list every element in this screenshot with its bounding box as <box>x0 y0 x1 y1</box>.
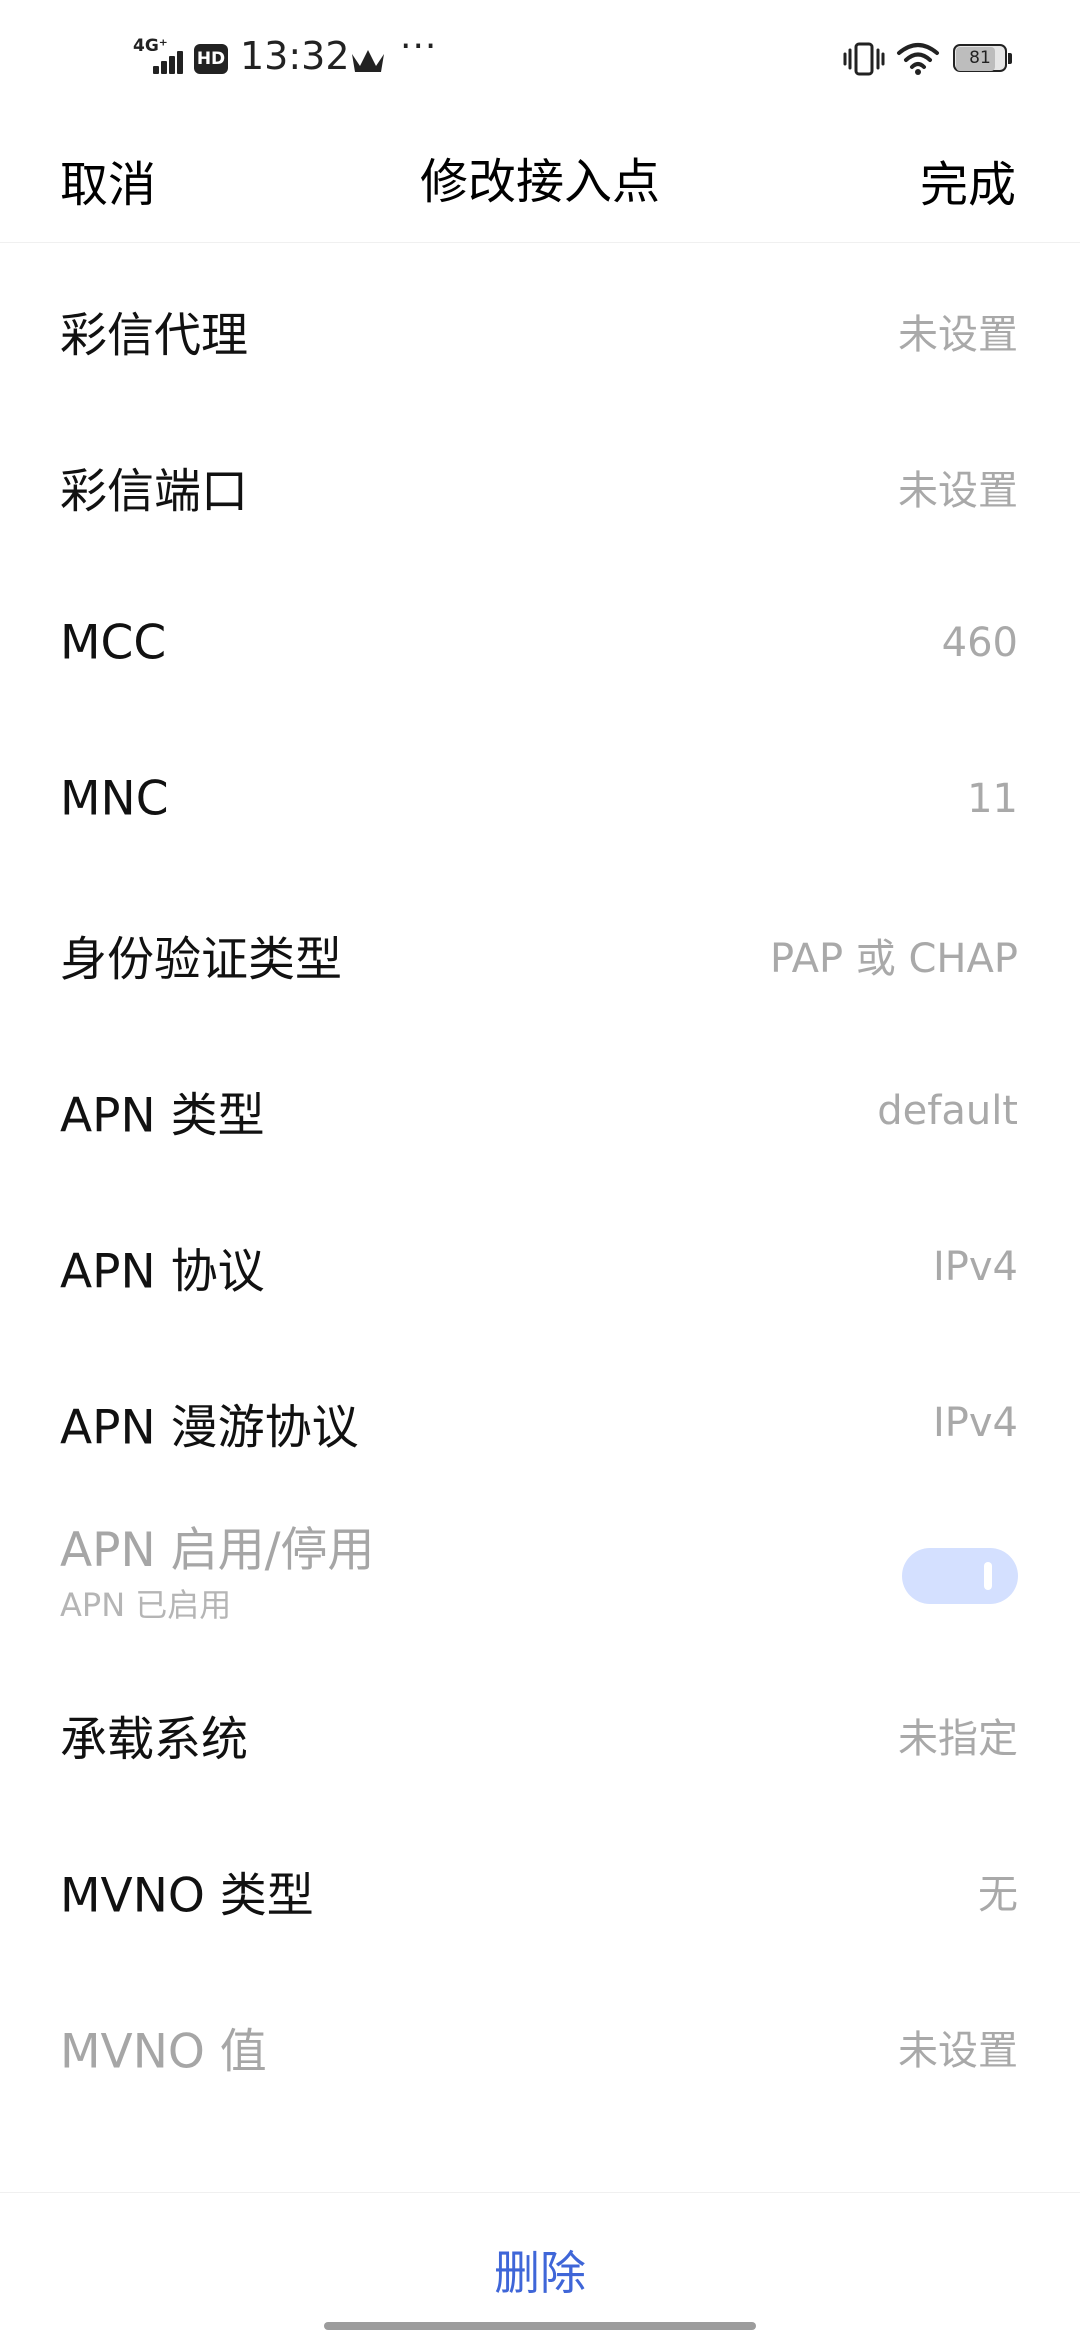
setting-value: 11 <box>967 776 1018 822</box>
setting-label: 身份验证类型 <box>60 932 342 988</box>
setting-value: 未设置 <box>898 468 1018 514</box>
setting-value: 未设置 <box>898 312 1018 358</box>
setting-label: APN 漫游协议 <box>60 1400 359 1456</box>
apn-settings-list: 彩信代理 未设置 彩信端口 未设置 MCC 460 MNC 11 身份验证类型 … <box>0 253 1080 2125</box>
setting-mvno-type[interactable]: MVNO 类型 无 <box>0 1813 1080 1969</box>
status-time: 13:32 <box>240 34 350 78</box>
signal-icon: 4G⁺ <box>133 36 185 76</box>
setting-label: MVNO 值 <box>60 2024 267 2080</box>
setting-label: 承载系统 <box>60 1712 248 1768</box>
setting-label-group: APN 启用/停用 APN 已启用 <box>60 1519 374 1627</box>
top-bar: 取消 修改接入点 完成 <box>0 120 1080 243</box>
setting-label: APN 协议 <box>60 1244 265 1300</box>
done-button[interactable]: 完成 <box>920 145 1016 215</box>
setting-bearer[interactable]: 承载系统 未指定 <box>0 1657 1080 1813</box>
setting-value: 460 <box>941 620 1018 666</box>
apn-enable-toggle[interactable] <box>902 1548 1018 1604</box>
setting-value: IPv4 <box>932 1400 1018 1446</box>
setting-value: PAP 或 CHAP <box>770 936 1018 982</box>
setting-mms-port[interactable]: 彩信端口 未设置 <box>0 409 1080 565</box>
setting-apn-roaming-protocol[interactable]: APN 漫游协议 IPv4 <box>0 1345 1080 1501</box>
toggle-knob <box>984 1562 992 1590</box>
setting-auth-type[interactable]: 身份验证类型 PAP 或 CHAP <box>0 877 1080 1033</box>
setting-label: 彩信代理 <box>60 308 248 364</box>
home-indicator[interactable] <box>324 2322 756 2330</box>
setting-mcc[interactable]: MCC 460 <box>0 565 1080 721</box>
setting-value: 无 <box>978 1872 1018 1918</box>
delete-button[interactable]: 删除 <box>0 2237 1080 2303</box>
vibrate-icon <box>842 42 886 80</box>
status-bar: 4G⁺ HD 13:32 ··· 81 <box>0 0 1080 120</box>
battery-icon: 81 <box>953 44 1013 74</box>
wifi-icon <box>896 42 940 80</box>
crown-icon <box>350 46 386 80</box>
setting-label: 彩信端口 <box>60 464 248 520</box>
setting-value: default <box>877 1088 1018 1134</box>
setting-mms-proxy[interactable]: 彩信代理 未设置 <box>0 253 1080 409</box>
battery-level: 81 <box>969 48 991 68</box>
setting-label: MVNO 类型 <box>60 1868 314 1924</box>
setting-mvno-value: MVNO 值 未设置 <box>0 1969 1080 2125</box>
setting-label: APN 类型 <box>60 1088 265 1144</box>
bottom-action-bar: 删除 <box>0 2192 1080 2341</box>
page-title: 修改接入点 <box>419 154 660 210</box>
setting-apn-type[interactable]: APN 类型 default <box>0 1033 1080 1189</box>
setting-value: 未指定 <box>898 1716 1018 1762</box>
setting-label: MCC <box>60 615 167 671</box>
setting-apn-protocol[interactable]: APN 协议 IPv4 <box>0 1189 1080 1345</box>
more-notifications-icon: ··· <box>400 26 438 67</box>
hd-badge: HD <box>194 44 228 74</box>
setting-label: MNC <box>60 771 169 827</box>
setting-apn-enable: APN 启用/停用 APN 已启用 <box>0 1501 1080 1657</box>
setting-label: APN 启用/停用 <box>60 1523 375 1578</box>
setting-value: 未设置 <box>898 2028 1018 2074</box>
cancel-button[interactable]: 取消 <box>60 145 156 215</box>
setting-value: IPv4 <box>932 1244 1018 1290</box>
setting-mnc[interactable]: MNC 11 <box>0 721 1080 877</box>
network-type: 4G⁺ <box>133 36 168 56</box>
setting-sublabel: APN 已启用 <box>60 1586 232 1624</box>
